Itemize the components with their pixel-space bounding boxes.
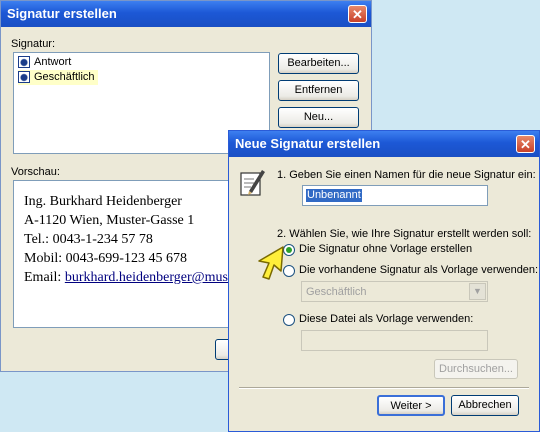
edit-button[interactable]: Bearbeiten... — [278, 53, 359, 74]
signature-dialog-title: Signatur erstellen — [7, 6, 117, 21]
signature-label: Signatur: — [11, 38, 56, 50]
list-item-geschaeftlich[interactable]: Geschäftlich — [18, 70, 98, 85]
preview-email-prefix: Email: — [24, 270, 65, 285]
signature-icon — [18, 56, 30, 68]
step2-label: 2. Wählen Sie, wie Ihre Signatur erstell… — [277, 228, 532, 240]
radio-file-template[interactable] — [283, 314, 295, 326]
cancel-button[interactable]: Abbrechen — [451, 395, 519, 416]
signature-dialog-titlebar[interactable]: Signatur erstellen ✕ — [1, 1, 371, 27]
preview-line: A-1120 Wien, Muster-Gasse 1 — [24, 213, 195, 228]
list-item-antwort[interactable]: Antwort — [18, 55, 71, 70]
signature-pen-icon — [240, 167, 266, 197]
preview-line: Mobil: 0043-699-123 45 678 — [24, 251, 187, 266]
new-button[interactable]: Neu... — [278, 107, 359, 128]
close-icon[interactable]: ✕ — [348, 5, 367, 23]
new-signature-title: Neue Signatur erstellen — [235, 136, 381, 151]
template-select-value: Geschäftlich — [306, 286, 367, 298]
preview-line: Ing. Burkhard Heidenberger — [24, 194, 182, 209]
option-existing-template-label[interactable]: Die vorhandene Signatur als Vorlage verw… — [299, 264, 538, 276]
preview-email-link[interactable]: burkhard.heidenberger@muste — [65, 270, 238, 285]
step1-label: 1. Geben Sie einen Namen für die neue Si… — [277, 169, 536, 181]
signature-name-field[interactable]: Unbenannt — [302, 185, 488, 206]
separator — [239, 387, 529, 389]
signature-name-value: Unbenannt — [306, 189, 362, 202]
list-item-label: Geschäftlich — [34, 71, 95, 83]
close-icon[interactable]: ✕ — [516, 135, 535, 153]
list-item-label: Antwort — [34, 56, 72, 68]
signature-icon — [18, 71, 30, 83]
option-file-template-label[interactable]: Diese Datei als Vorlage verwenden: — [299, 313, 473, 325]
remove-button[interactable]: Entfernen — [278, 80, 359, 101]
next-button[interactable]: Weiter > — [377, 395, 445, 416]
browse-button[interactable]: Durchsuchen... — [434, 359, 518, 379]
file-path-field[interactable] — [301, 330, 488, 351]
preview-email-line: Email: burkhard.heidenberger@muste — [24, 270, 238, 286]
chevron-down-icon[interactable]: ▼ — [469, 283, 486, 300]
template-select[interactable]: Geschäftlich ▼ — [301, 281, 488, 302]
preview-line: Tel.: 0043-1-234 57 78 — [24, 232, 153, 247]
arrow-cursor-icon — [257, 245, 287, 281]
option-no-template-label[interactable]: Die Signatur ohne Vorlage erstellen — [299, 243, 472, 255]
preview-label: Vorschau: — [11, 166, 60, 178]
new-signature-titlebar[interactable]: Neue Signatur erstellen ✕ — [229, 131, 539, 157]
